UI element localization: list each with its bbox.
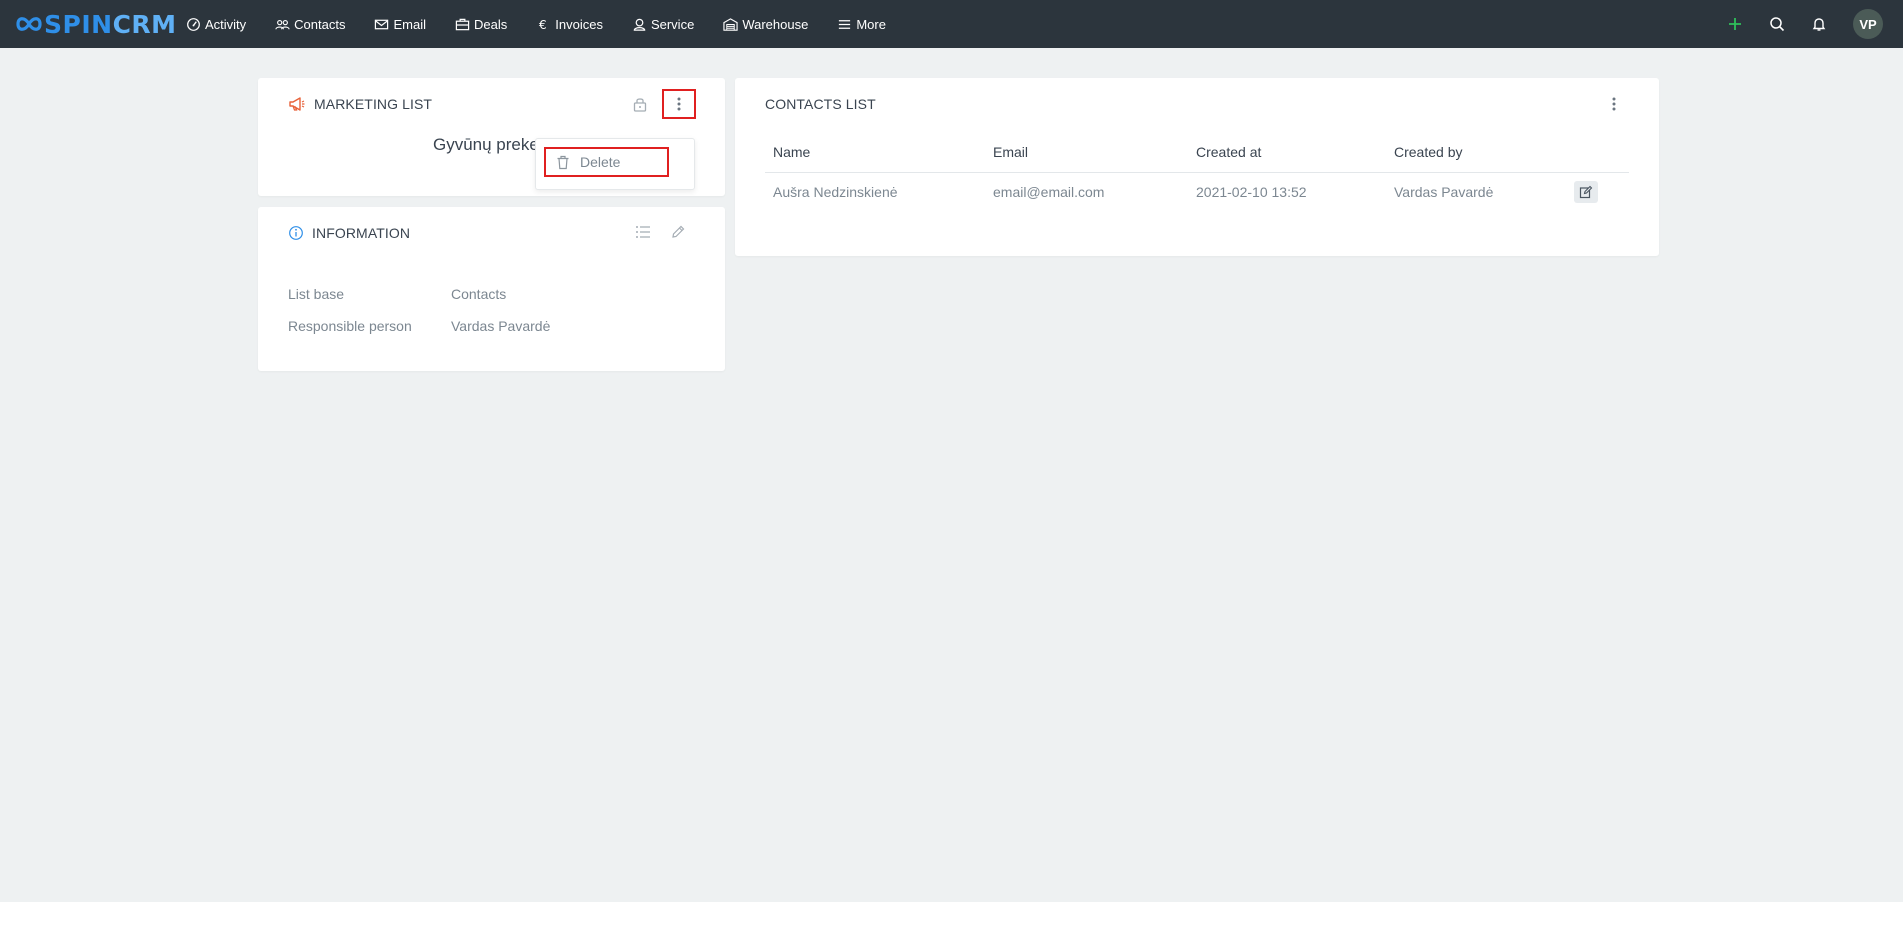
nav-label: Invoices [555,16,603,32]
megaphone-icon [289,97,305,111]
nav-label: Warehouse [742,16,809,32]
plus-icon [1729,18,1741,30]
info-key: List base [288,286,345,302]
card-title: CONTACTS LIST [765,96,876,112]
nav-label: Email [393,16,426,32]
search-icon [1770,17,1785,32]
headset-icon [633,18,646,31]
nav-item-contacts[interactable]: Contacts [275,17,345,32]
marketing-list-header: MARKETING LIST [288,96,432,112]
column-header-created-by[interactable]: Created by [1394,144,1462,160]
nav-item-service[interactable]: Service [632,17,694,32]
kebab-menu-icon [1612,97,1616,111]
contacts-list-header: CONTACTS LIST [765,96,876,112]
nav-item-more[interactable]: More [837,17,886,32]
gauge-icon [187,17,200,31]
nav-label: Contacts [294,16,346,32]
options-dropdown-menu: Delete [535,138,695,190]
card-title: MARKETING LIST [314,96,433,112]
info-row-list-base: List base Contacts [288,286,506,302]
kebab-menu-icon [677,97,681,111]
nav-item-activity[interactable]: Activity [186,17,246,32]
logo-mark-icon [16,17,42,31]
info-icon [289,226,303,240]
column-header-name[interactable]: Name [773,144,810,160]
card-title: INFORMATION [312,225,411,241]
main-content: MARKETING LIST Gyvūnų preke INFORMATION … [0,48,1903,902]
cell-created-at: 2021-02-10 13:52 [1196,184,1307,200]
table-header: Name Email Created at Created by [773,144,1629,164]
user-avatar[interactable]: VP [1853,9,1883,39]
add-button[interactable] [1725,14,1745,34]
information-header: INFORMATION [288,225,410,241]
hamburger-icon [839,19,851,29]
cell-email[interactable]: email@email.com [993,184,1104,200]
cell-name[interactable]: Aušra Nedzinskienė [773,184,898,200]
more-options-button[interactable] [662,89,696,119]
menu-item-label: Delete [580,154,621,170]
table-divider [765,172,1629,173]
nav-item-warehouse[interactable]: Warehouse [723,17,808,32]
info-row-responsible-person: Responsible person Vardas Pavardė [288,318,550,334]
svg-text:€: € [539,18,547,32]
warehouse-icon [723,17,738,31]
list-icon[interactable] [635,225,651,239]
contacts-more-options-button[interactable] [1604,94,1624,114]
marketing-list-name: Gyvūnų preke [433,135,539,154]
cell-created-by: Vardas Pavardė [1394,184,1494,200]
main-nav: Activity Contacts Email Deals € Invoices… [186,0,915,48]
people-icon [275,19,290,29]
information-card: INFORMATION List base Contacts Responsib… [258,207,725,371]
search-button[interactable] [1767,14,1787,34]
notifications-button[interactable] [1809,14,1829,34]
column-header-email[interactable]: Email [993,144,1028,160]
lock-icon[interactable] [631,95,649,113]
euro-icon: € [539,18,547,32]
bell-icon [1812,18,1826,31]
briefcase-icon [455,18,470,30]
info-value: Contacts [451,286,507,302]
topbar-actions: VP [1725,0,1903,48]
contacts-list-card: CONTACTS LIST Name Email Created at Crea… [735,78,1659,256]
nav-item-email[interactable]: Email [374,17,426,32]
nav-label: More [856,16,886,32]
pencil-icon[interactable] [670,224,686,240]
column-header-created-at[interactable]: Created at [1196,144,1261,160]
logo-crm-text: CRM [112,9,177,39]
trash-icon [557,155,569,169]
nav-label: Deals [474,16,508,32]
edit-row-button[interactable] [1574,181,1598,203]
nav-label: Activity [205,16,247,32]
info-key: Responsible person [288,318,412,334]
logo-spin-text: SPIN [44,9,113,39]
envelope-icon [375,19,389,29]
top-navbar: SPIN CRM Activity Contacts Email Deals € … [0,0,1903,48]
delete-menu-item[interactable]: Delete [544,147,669,177]
info-value: Vardas Pavardė [451,318,551,334]
nav-item-deals[interactable]: Deals [455,17,507,32]
nav-item-invoices[interactable]: € Invoices [536,17,603,32]
table-row: Aušra Nedzinskienė email@email.com 2021-… [773,181,1629,206]
nav-label: Service [650,16,695,32]
app-logo[interactable]: SPIN CRM [16,8,177,40]
edit-icon [1579,185,1593,199]
